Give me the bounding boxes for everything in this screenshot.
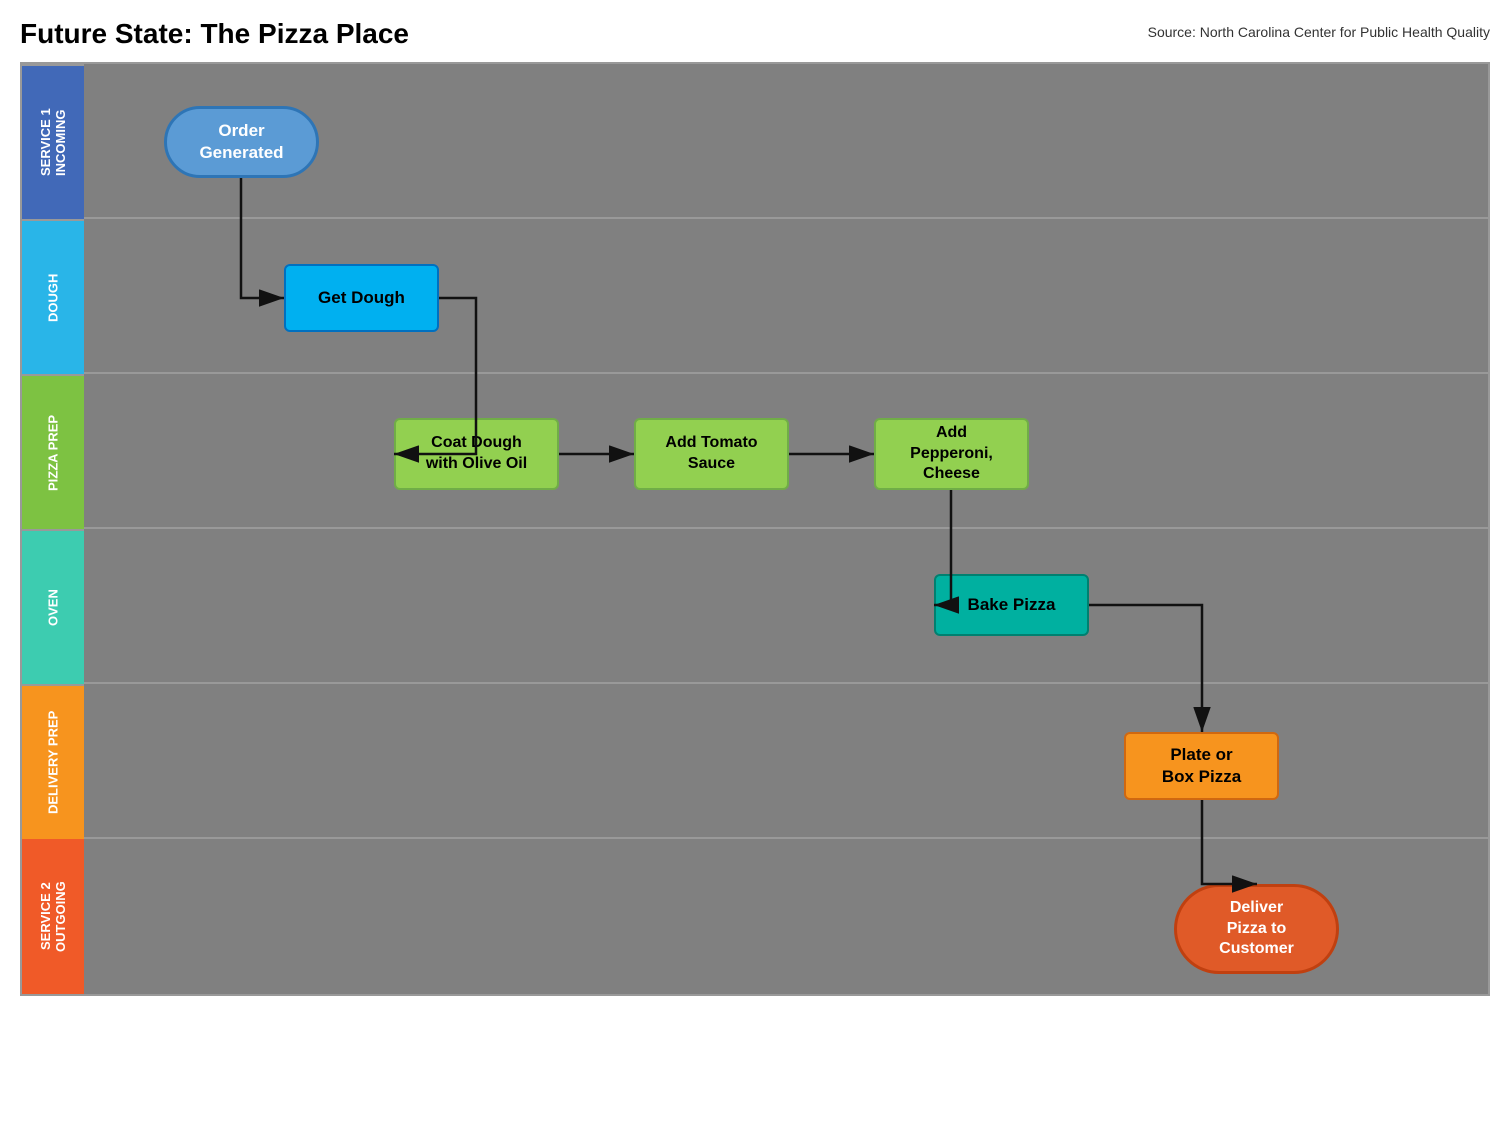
page-title: Future State: The Pizza Place [20,18,409,50]
lane-label-pizza-prep: PIZZA PREP [22,374,84,529]
node-plate-box: Plate orBox Pizza [1124,732,1279,800]
lane-label-service1: SERVICE 1INCOMING [22,64,84,219]
lane-label-oven: OVEN [22,529,84,684]
node-get-dough: Get Dough [284,264,439,332]
lane-labels: SERVICE 1INCOMING DOUGH PIZZA PREP OVEN … [22,64,84,994]
node-add-tomato: Add TomatoSauce [634,418,789,490]
source-text: Source: North Carolina Center for Public… [1148,24,1490,40]
page-wrapper: Future State: The Pizza Place Source: No… [0,0,1510,1016]
node-deliver-pizza: DeliverPizza toCustomer [1174,884,1339,974]
full-diagram: OrderGenerated Get Dough Coat Doughwith … [84,64,1488,994]
lane-label-service2: SERVICE 2OUTGOING [22,839,84,994]
lane-label-dough: DOUGH [22,219,84,374]
lane-label-delivery: DELIVERY PREP [22,684,84,839]
node-add-pepperoni: AddPepperoni,Cheese [874,418,1029,490]
header: Future State: The Pizza Place Source: No… [20,18,1490,50]
node-coat-dough: Coat Doughwith Olive Oil [394,418,559,490]
diagram-inner: OrderGenerated Get Dough Coat Doughwith … [84,64,1488,994]
diagram-container: SERVICE 1INCOMING DOUGH PIZZA PREP OVEN … [20,62,1490,996]
node-order-generated: OrderGenerated [164,106,319,178]
node-bake-pizza: Bake Pizza [934,574,1089,636]
